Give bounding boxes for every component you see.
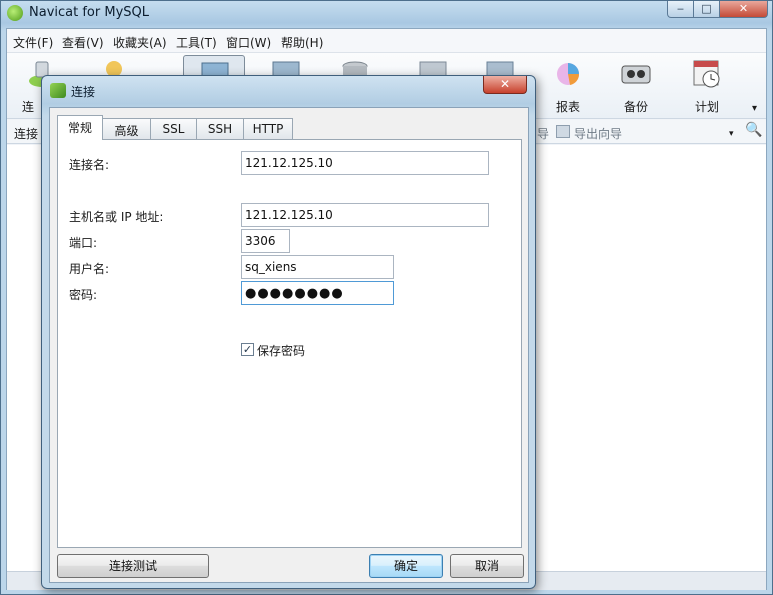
close-button[interactable]: ✕: [719, 1, 768, 18]
maximize-button[interactable]: □: [693, 1, 720, 18]
menu-window[interactable]: 窗口(W): [226, 34, 271, 51]
password-label: 密码:: [69, 288, 98, 302]
minimize-button[interactable]: ‒: [667, 1, 694, 18]
search-icon[interactable]: 🔍: [745, 122, 762, 138]
port-label: 端口:: [69, 236, 98, 250]
username-input[interactable]: [241, 255, 394, 279]
tab-ssl[interactable]: SSL: [150, 118, 197, 139]
toolbar-schedule-button[interactable]: 计划: [676, 55, 738, 115]
port-input[interactable]: [241, 229, 290, 253]
search-dropdown-icon[interactable]: ▾: [729, 129, 734, 139]
cancel-button[interactable]: 取消: [450, 554, 524, 578]
connection-dialog: 连接 ✕ 常规 高级 SSL SSH HTTP 连接名: 主机名或 IP 地址:…: [41, 75, 536, 589]
dialog-close-button[interactable]: ✕: [483, 76, 527, 94]
toolbar-overflow-icon[interactable]: ▾: [752, 103, 757, 114]
tab-http[interactable]: HTTP: [243, 118, 293, 139]
menu-view[interactable]: 查看(V): [62, 34, 104, 51]
ok-button[interactable]: 确定: [369, 554, 443, 578]
tab-advanced[interactable]: 高级: [102, 118, 151, 139]
export-wizard-icon: [556, 125, 570, 138]
app-title: Navicat for MySQL: [29, 5, 149, 20]
host-label: 主机名或 IP 地址:: [69, 210, 164, 224]
report-chart-icon: [557, 63, 580, 85]
menu-help[interactable]: 帮助(H): [281, 34, 323, 51]
general-tab-panel: 连接名: 主机名或 IP 地址: 端口: 用户名: 密码: ✓ 保存密码: [57, 139, 522, 548]
tab-ssh[interactable]: SSH: [196, 118, 244, 139]
menu-bar: 文件(F) 查看(V) 收藏夹(A) 工具(T) 窗口(W) 帮助(H): [7, 29, 766, 53]
toolbar-backup-label: 备份: [623, 100, 648, 114]
save-password-checkbox[interactable]: ✓: [241, 343, 254, 356]
menu-tools[interactable]: 工具(T): [176, 34, 217, 51]
connection-name-label: 连接名:: [69, 158, 110, 172]
toolbar-schedule-label: 计划: [694, 100, 719, 114]
dialog-body: 常规 高级 SSL SSH HTTP 连接名: 主机名或 IP 地址: 端口: …: [49, 107, 529, 583]
navicat-app-icon: [7, 5, 23, 21]
dialog-title: 连接: [71, 85, 96, 99]
export-wizard-button[interactable]: 导出向导: [574, 125, 622, 142]
menu-favorites[interactable]: 收藏夹(A): [113, 34, 167, 51]
title-bar[interactable]: Navicat for MySQL ‒ □ ✕: [1, 1, 772, 27]
toolbar-report-button[interactable]: 报表: [537, 55, 599, 115]
test-connection-button[interactable]: 连接测试: [57, 554, 209, 578]
save-password-label[interactable]: 保存密码: [257, 342, 305, 359]
backup-tape-icon: [621, 65, 651, 84]
toolbar-report-label: 报表: [555, 100, 580, 114]
host-input[interactable]: [241, 203, 489, 227]
schedule-clock-icon: [693, 60, 720, 88]
tab-general[interactable]: 常规: [57, 115, 103, 140]
password-input[interactable]: [241, 281, 394, 305]
object-toolbar-label: 连接: [14, 127, 39, 141]
menu-file[interactable]: 文件(F): [13, 34, 53, 51]
import-wizard-partial[interactable]: 导: [537, 125, 549, 142]
connection-dialog-icon: [50, 83, 66, 98]
username-label: 用户名:: [69, 262, 110, 276]
toolbar-backup-button[interactable]: 备份: [605, 55, 667, 115]
connection-name-input[interactable]: [241, 151, 489, 175]
